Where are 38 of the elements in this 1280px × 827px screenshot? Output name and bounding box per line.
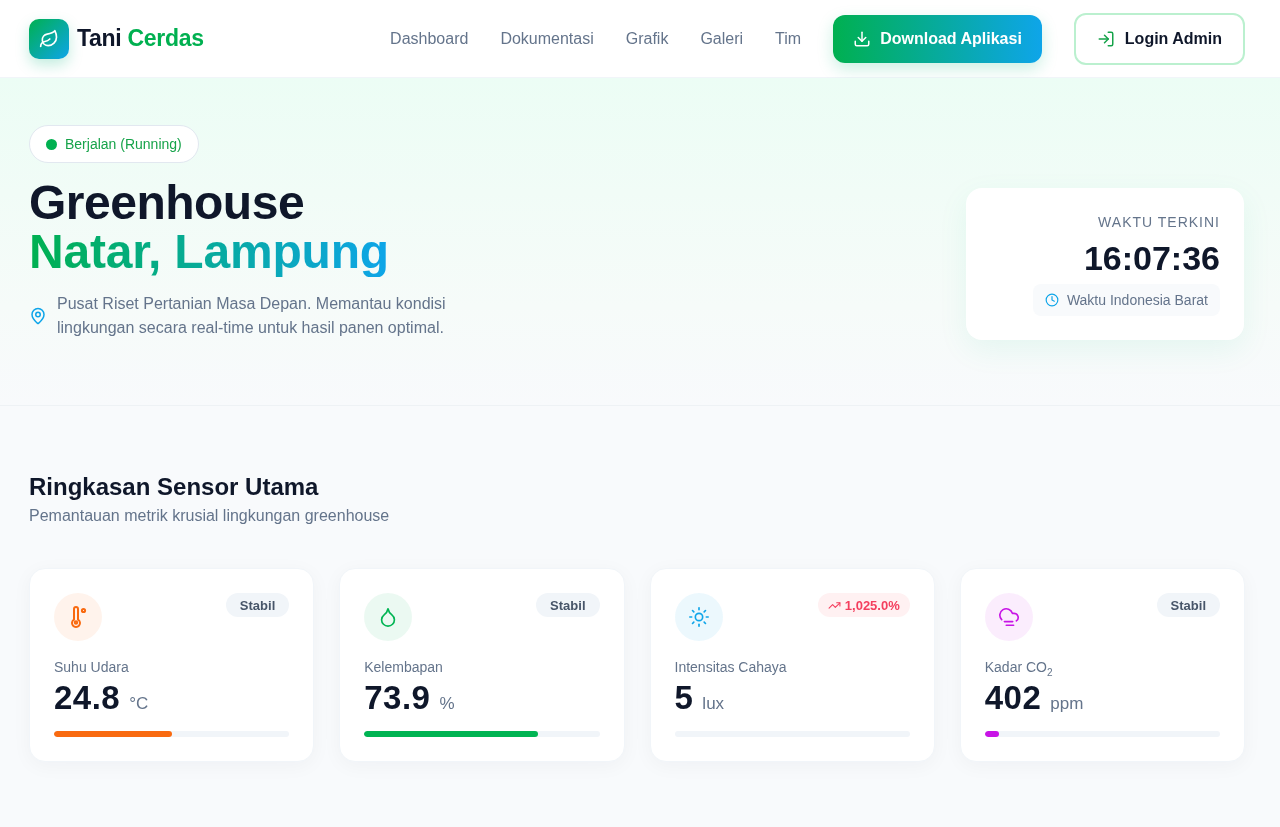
download-button[interactable]: Download Aplikasi xyxy=(833,14,1042,63)
hero-description: Pusat Riset Pertanian Masa Depan. Memantau kondisi lingkungan secara real-time untuk hasil panen optimal. xyxy=(57,294,447,338)
sensor-value: 73.9 xyxy=(364,679,431,717)
nav-link[interactable]: Dokumentasi xyxy=(500,29,594,48)
nav-link[interactable]: Dashboard xyxy=(390,29,469,48)
sensor-label: Suhu Udara xyxy=(54,658,130,677)
sensor-label: Kadar CO$_{2}$ xyxy=(984,658,1054,677)
login-button[interactable]: Login Admin xyxy=(1073,12,1245,65)
nav-link[interactable]: Tim xyxy=(775,29,802,48)
sensor-label: Kelembapan xyxy=(364,658,444,677)
page-title: Greenhouse xyxy=(29,179,305,227)
clock-icon xyxy=(1044,293,1059,307)
section-title: Ringkasan Sensor Utama xyxy=(29,473,320,501)
login-icon xyxy=(1096,29,1115,48)
unit-label: lux xyxy=(702,694,725,714)
sensor-value: 402 xyxy=(984,679,1042,717)
sensor-value: 5 xyxy=(674,679,694,717)
section-subtitle: Pemantauan metrik krusial lingkungan greenhouse xyxy=(29,506,391,526)
unit-label: °C xyxy=(129,694,149,714)
trend-value: 1,025.0% xyxy=(844,597,900,613)
timezone-label: Waktu Indonesia Barat xyxy=(1066,292,1208,308)
status-text: Berjalan (Running) xyxy=(65,136,182,152)
status-badge: Stabil xyxy=(536,593,600,617)
status-badge: Stabil xyxy=(1156,593,1220,617)
clock-time: 16:07:36 xyxy=(1083,238,1220,278)
logo-icon xyxy=(29,18,69,59)
nav-link[interactable]: Grafik xyxy=(625,29,669,48)
brand-name: Tani Cerdas xyxy=(77,25,204,52)
download-icon xyxy=(853,29,872,48)
sensor-value: 24.8 xyxy=(54,679,121,717)
sensor-label: Intensitas Cahaya xyxy=(674,658,788,677)
clock-label: WAKTU TERKINI xyxy=(1098,213,1220,232)
status-badge: Stabil xyxy=(225,593,290,617)
map-pin-icon xyxy=(29,307,47,325)
unit-label: ppm xyxy=(1050,694,1084,714)
nav-link[interactable]: Galeri xyxy=(700,29,744,48)
status-dot-icon xyxy=(46,138,57,150)
unit-label: % xyxy=(439,694,455,714)
